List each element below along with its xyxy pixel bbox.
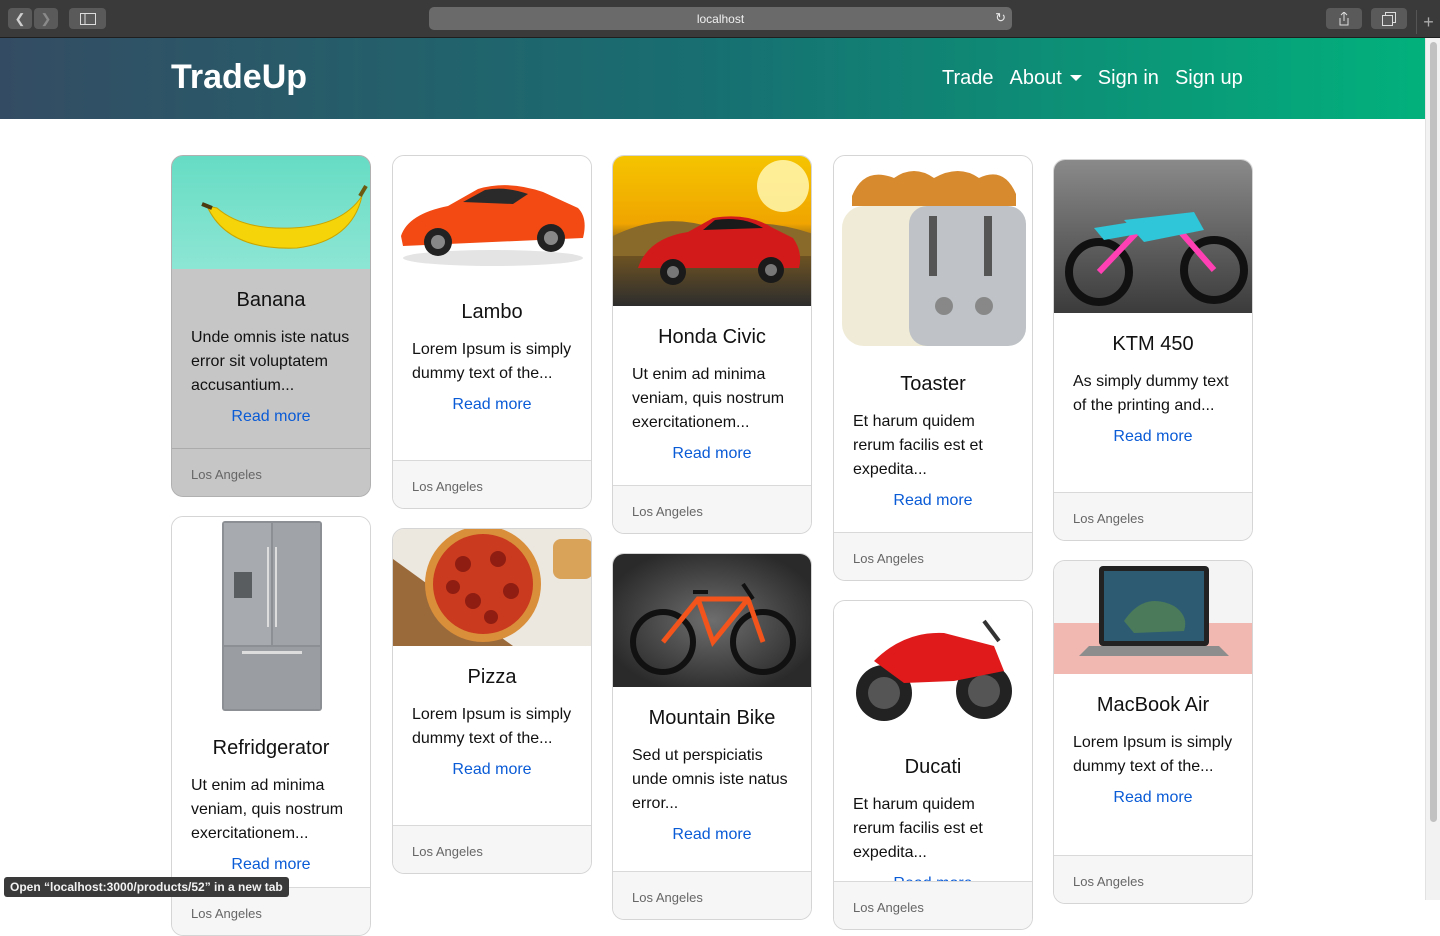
share-button[interactable] xyxy=(1326,8,1362,29)
product-image-pizza xyxy=(393,529,591,646)
new-tab-button[interactable]: + xyxy=(1416,10,1440,34)
read-more-link[interactable]: Read more xyxy=(172,856,370,874)
url-text: localhost xyxy=(696,11,745,26)
product-image-ducati xyxy=(834,601,1032,736)
back-button[interactable]: ❮ xyxy=(8,8,32,29)
browser-toolbar: ❮ ❯ localhost ↻ + xyxy=(0,0,1440,38)
nav-trade[interactable]: Trade xyxy=(942,67,994,90)
tabs-overview-button[interactable] xyxy=(1371,8,1407,29)
product-image-lambo xyxy=(393,156,591,281)
card-title: Ducati xyxy=(904,756,962,778)
laptop-illustration xyxy=(1079,566,1229,656)
product-image-banana xyxy=(172,156,370,269)
scrollbar-thumb[interactable] xyxy=(1430,42,1437,822)
read-more-link[interactable]: Read more xyxy=(613,826,811,844)
card-title: KTM 450 xyxy=(1112,333,1194,355)
read-more-link[interactable]: Read more xyxy=(172,408,370,426)
card-footer-location: Los Angeles xyxy=(172,448,370,496)
card-text: Ut enim ad minima veniam, quis nostrum e… xyxy=(632,366,785,431)
nav-about-dropdown[interactable]: About xyxy=(1010,67,1082,90)
card-footer-location: Los Angeles xyxy=(613,871,811,919)
card-text: Et harum quidem rerum facilis est et exp… xyxy=(853,796,983,861)
nav-sign-in[interactable]: Sign in xyxy=(1098,67,1159,90)
product-card[interactable]: Ducati Et harum quidem rerum facilis est… xyxy=(833,600,1033,930)
card-title: Toaster xyxy=(900,373,966,395)
read-more-link[interactable]: Read more xyxy=(1054,428,1252,446)
nav-links: Trade About Sign in Sign up xyxy=(942,67,1259,90)
read-more-link[interactable]: Read more xyxy=(613,445,811,463)
product-image-refridgerator xyxy=(172,517,370,717)
toaster-illustration xyxy=(842,171,1026,346)
product-card[interactable]: KTM 450 As simply dummy text of the prin… xyxy=(1053,159,1253,541)
plus-icon: + xyxy=(1423,11,1434,32)
card-text: Lorem Ipsum is simply dummy text of the.… xyxy=(1073,734,1233,775)
forward-button[interactable]: ❯ xyxy=(34,8,58,29)
product-image-mountain-bike xyxy=(613,554,811,687)
card-title: Pizza xyxy=(467,666,517,688)
card-footer-location: Los Angeles xyxy=(834,881,1032,929)
card-footer-location: Los Angeles xyxy=(393,460,591,508)
motorcycle-illustration xyxy=(856,619,1012,721)
tabs-icon xyxy=(1382,11,1396,26)
product-image-honda-civic xyxy=(613,156,811,306)
card-title: Refridgerator xyxy=(212,737,330,759)
dirtbike-illustration xyxy=(1065,212,1248,306)
pizza-illustration xyxy=(393,529,591,646)
nav-sign-up[interactable]: Sign up xyxy=(1175,67,1243,90)
address-bar[interactable]: localhost ↻ xyxy=(429,7,1012,30)
brand-logo[interactable]: TradeUp xyxy=(171,58,307,97)
card-title: MacBook Air xyxy=(1096,694,1210,716)
product-card[interactable]: Banana Unde omnis iste natus error sit v… xyxy=(171,155,371,497)
page-scrollbar[interactable] xyxy=(1425,38,1440,900)
read-more-link[interactable]: Read more xyxy=(393,761,591,779)
product-image-macbook-air xyxy=(1054,561,1252,674)
card-title: Lambo xyxy=(461,301,523,323)
product-image-ktm-450 xyxy=(1054,160,1252,313)
card-title: Banana xyxy=(236,289,306,311)
nav-about-label: About xyxy=(1009,67,1062,89)
product-card[interactable]: MacBook Air Lorem Ipsum is simply dummy … xyxy=(1053,560,1253,904)
card-text: Ut enim ad minima veniam, quis nostrum e… xyxy=(191,777,344,842)
bicycle-illustration xyxy=(630,582,796,675)
card-footer-location: Los Angeles xyxy=(613,485,811,533)
product-card[interactable]: Toaster Et harum quidem rerum facilis es… xyxy=(833,155,1033,581)
card-text: Sed ut perspiciatis unde omnis iste natu… xyxy=(632,747,788,812)
product-card[interactable]: Pizza Lorem Ipsum is simply dummy text o… xyxy=(392,528,592,874)
card-text: Et harum quidem rerum facilis est et exp… xyxy=(853,413,983,478)
sidebar-icon xyxy=(79,12,96,25)
product-card[interactable]: Honda Civic Ut enim ad minima veniam, qu… xyxy=(612,155,812,534)
card-title: Mountain Bike xyxy=(648,707,776,729)
card-footer-location: Los Angeles xyxy=(1054,492,1252,540)
navbar: TradeUp Trade About Sign in Sign up xyxy=(0,38,1425,119)
banana-illustration xyxy=(201,184,368,249)
reload-icon[interactable]: ↻ xyxy=(995,10,1006,26)
sidebar-toggle-button[interactable] xyxy=(69,8,106,29)
read-more-link[interactable]: Read more xyxy=(1054,789,1252,807)
card-text: As simply dummy text of the printing and… xyxy=(1073,373,1229,414)
card-text: Lorem Ipsum is simply dummy text of the.… xyxy=(412,341,572,382)
product-image-toaster xyxy=(834,156,1032,353)
product-card[interactable]: Refridgerator Ut enim ad minima veniam, … xyxy=(171,516,371,936)
fridge-illustration xyxy=(222,521,322,711)
car-illustration xyxy=(401,185,585,266)
card-text: Lorem Ipsum is simply dummy text of the.… xyxy=(412,706,572,747)
browser-status-bar: Open “localhost:3000/products/52” in a n… xyxy=(4,877,289,897)
product-card[interactable]: Lambo Lorem Ipsum is simply dummy text o… xyxy=(392,155,592,509)
read-more-link[interactable]: Read more xyxy=(393,396,591,414)
card-footer-location: Los Angeles xyxy=(834,532,1032,580)
read-more-link[interactable]: Read more xyxy=(834,492,1032,510)
card-footer-location: Los Angeles xyxy=(393,825,591,873)
share-icon xyxy=(1339,11,1349,25)
card-text: Unde omnis iste natus error sit voluptat… xyxy=(191,329,350,394)
caret-down-icon xyxy=(1069,74,1082,81)
car-illustration xyxy=(613,160,811,285)
product-card[interactable]: Mountain Bike Sed ut perspiciatis unde o… xyxy=(612,553,812,920)
card-title: Honda Civic xyxy=(658,326,766,348)
card-footer-location: Los Angeles xyxy=(1054,855,1252,903)
